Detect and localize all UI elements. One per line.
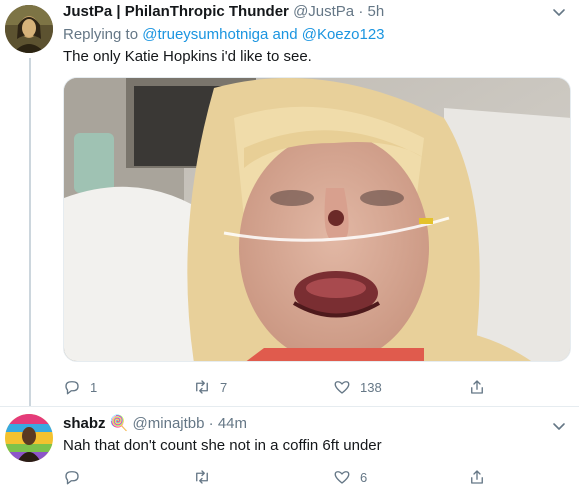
mention-link[interactable]: @trueysumhotniga <box>142 26 268 43</box>
retweet-count: 7 <box>220 379 228 395</box>
tweet-text: Nah that don't count she not in a coffin… <box>63 437 382 454</box>
separator: · <box>358 3 364 20</box>
replying-prefix: Replying to <box>63 26 139 43</box>
like-icon <box>334 471 350 484</box>
like-count: 138 <box>360 379 382 395</box>
retweet-icon <box>196 470 208 484</box>
separator: · <box>208 415 214 432</box>
reply-icon <box>65 381 79 395</box>
tweet-text: The only Katie Hopkins i'd like to see. <box>63 48 312 65</box>
thread-line <box>29 58 31 406</box>
mention-link[interactable]: @Koezo123 <box>302 26 385 43</box>
share-icon <box>471 470 483 484</box>
username[interactable]: @minajtbb <box>133 415 205 432</box>
photo-image <box>64 78 570 361</box>
like-button[interactable]: 6 <box>333 468 367 486</box>
tweet-header: shabz 🍭 @minajtbb · 44m <box>63 414 247 434</box>
retweet-button[interactable]: 7 <box>193 378 227 396</box>
reply-icon <box>65 471 79 485</box>
like-icon <box>334 381 350 394</box>
reply-button[interactable]: 1 <box>63 378 97 396</box>
display-name[interactable]: shabz <box>63 415 106 432</box>
like-button[interactable]: 138 <box>333 378 382 396</box>
share-button[interactable] <box>468 468 486 486</box>
chevron-down-icon[interactable] <box>551 418 567 434</box>
timestamp[interactable]: 44m <box>218 415 247 432</box>
tweet-header: JustPa | PhilanThropic Thunder @JustPa ·… <box>63 2 384 22</box>
share-icon <box>471 380 483 394</box>
timestamp[interactable]: 5h <box>368 3 385 20</box>
like-count: 6 <box>360 469 368 485</box>
share-button[interactable] <box>468 378 486 396</box>
username[interactable]: @JustPa <box>293 3 354 20</box>
tweet-actions: 6 <box>63 468 523 488</box>
reply-button[interactable] <box>63 468 90 486</box>
display-name[interactable]: JustPa | PhilanThropic Thunder <box>63 3 289 20</box>
lollipop-emoji-icon: 🍭 <box>109 415 129 432</box>
chevron-down-icon[interactable] <box>551 4 567 20</box>
retweet-button[interactable] <box>193 468 220 486</box>
retweet-icon <box>196 380 208 394</box>
avatar[interactable] <box>5 414 53 462</box>
replying-to: Replying to @trueysumhotniga and @Koezo1… <box>63 25 385 45</box>
tweet-photo[interactable] <box>63 77 571 362</box>
avatar[interactable] <box>5 5 53 53</box>
tweet-actions: 1 7 138 <box>63 378 523 398</box>
replying-and[interactable]: and <box>273 26 298 43</box>
reply-count: 1 <box>90 379 98 395</box>
tweet-original[interactable]: JustPa | PhilanThropic Thunder @JustPa ·… <box>0 0 579 406</box>
